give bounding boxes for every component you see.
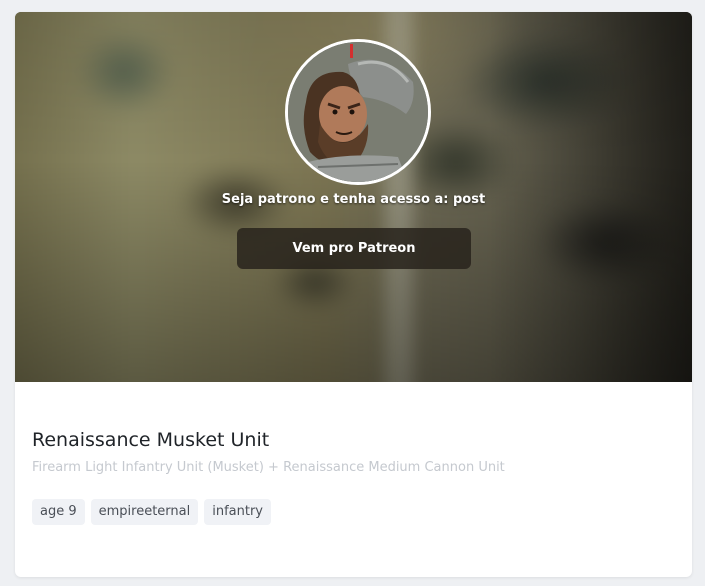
post-card: Seja patrono e tenha acesso a: post Vem …	[15, 12, 692, 577]
creator-avatar	[285, 39, 431, 185]
tag-list: age 9 empireeternal infantry	[32, 499, 272, 525]
post-body: Renaissance Musket Unit Firearm Light In…	[32, 426, 672, 478]
post-title[interactable]: Renaissance Musket Unit	[32, 426, 672, 454]
join-patreon-button[interactable]: Vem pro Patreon	[237, 228, 471, 269]
patron-access-text: Seja patrono e tenha acesso a: post	[221, 192, 486, 207]
post-subtitle: Firearm Light Infantry Unit (Musket) + R…	[32, 460, 505, 475]
locked-preview: Seja patrono e tenha acesso a: post Vem …	[15, 12, 692, 382]
tag-age-9[interactable]: age 9	[32, 499, 85, 525]
tag-empireeternal[interactable]: empireeternal	[90, 499, 199, 525]
tag-infantry[interactable]: infantry	[204, 499, 272, 525]
